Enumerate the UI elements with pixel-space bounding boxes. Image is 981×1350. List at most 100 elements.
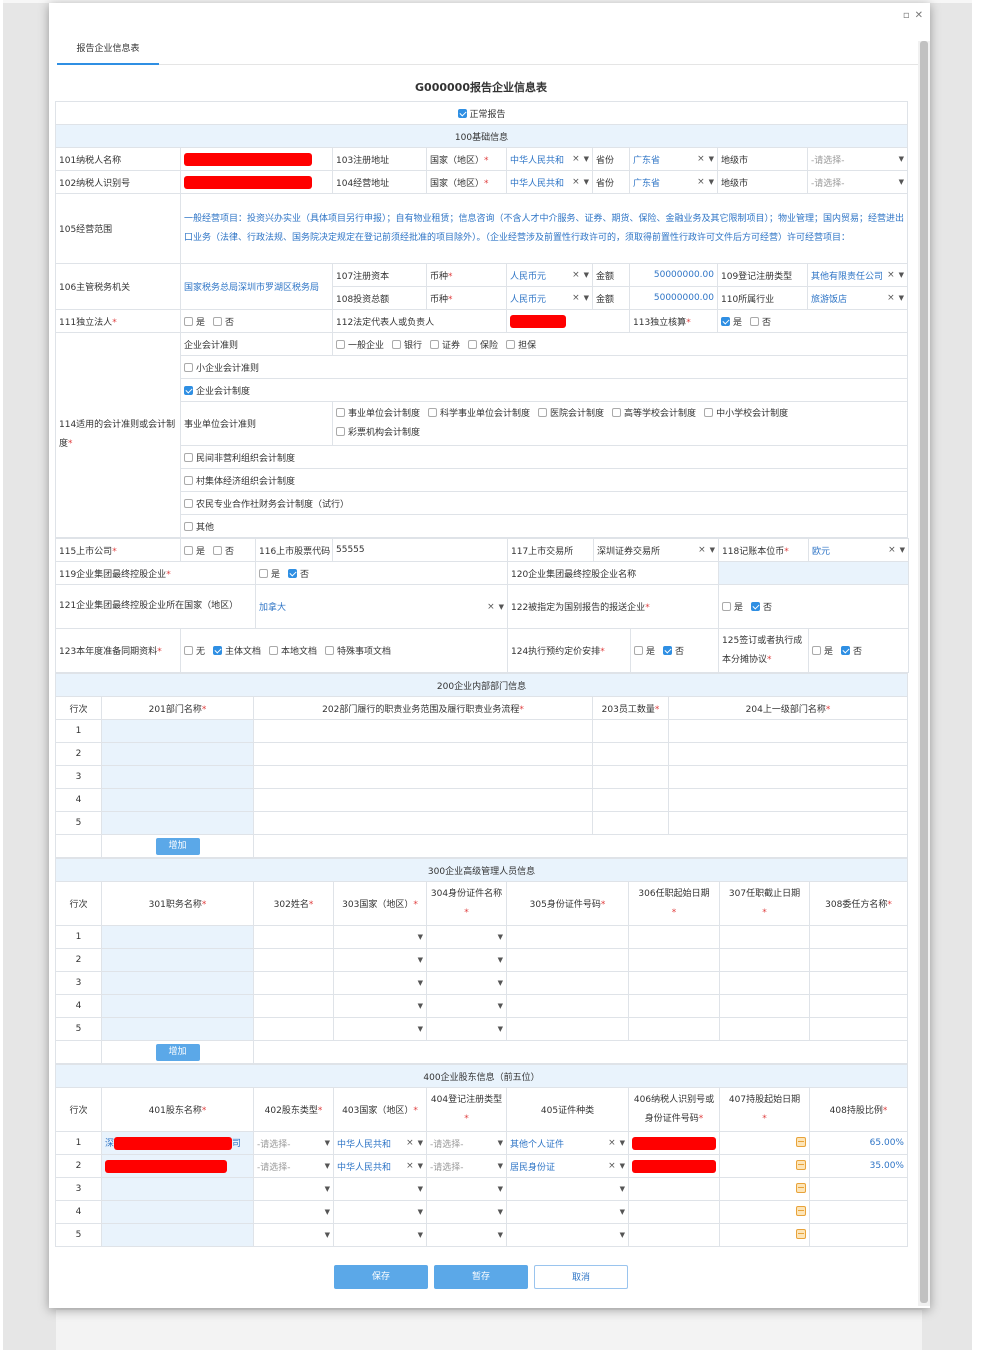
tab-report-info[interactable]: 报告企业信息表 xyxy=(57,33,159,65)
r110-label: 110所属行业 xyxy=(717,286,808,310)
acc-public-options[interactable]: 事业单位会计制度 科学事业单位会计制度 医院会计制度 高等学校会计制度 中小学校会计制度… xyxy=(331,401,909,446)
investment-currency-select[interactable]: 人民币元 × ▼ xyxy=(506,286,593,310)
apa-options[interactable]: 是否 xyxy=(629,628,720,673)
doc-type-select[interactable]: 居民身份证 × ▼ xyxy=(506,1154,629,1178)
reg-type-select[interactable]: -请选择- ▼ xyxy=(426,1154,507,1178)
tax-office-field[interactable]: 国家税务总局深圳市罗湖区税务局 xyxy=(180,263,333,310)
dept-name-field[interactable] xyxy=(101,719,254,743)
listed-options[interactable]: 是否 xyxy=(180,538,256,562)
op-city-select[interactable]: -请选择- ▼ xyxy=(806,170,909,194)
id-type-select[interactable]: ▼ xyxy=(426,971,507,995)
add-dept-button[interactable]: 增加 xyxy=(155,837,200,855)
close-icon[interactable]: ✕ xyxy=(915,10,923,21)
dept-name-field[interactable] xyxy=(101,742,254,766)
acc-public-label: 事业单位会计准则 xyxy=(180,401,333,446)
chevron-down-icon: ▼ xyxy=(583,271,589,279)
r104-label: 104经营地址 xyxy=(332,170,427,194)
group-parent-options[interactable]: 是否 xyxy=(255,561,508,585)
shareholder-name-field[interactable] xyxy=(101,1154,254,1178)
report-dialog: ▫ ✕ 报告企业信息表 G000000报告企业信息表 正常报告 100基础信息 … xyxy=(49,3,930,1308)
basic-info-table: 正常报告 100基础信息 101纳税人名称 103注册地址 国家（地区）* 中华… xyxy=(54,101,909,538)
save-button[interactable]: 保存 xyxy=(334,1265,428,1289)
r123-label: 123本年度准备同期资料* xyxy=(55,628,181,673)
id-number-field[interactable] xyxy=(628,1154,720,1178)
id-type-select[interactable]: ▼ xyxy=(426,994,507,1018)
reg-city-select[interactable]: -请选择- ▼ xyxy=(806,147,909,171)
reg-type-select[interactable]: 其他有限责任公司 × ▼ xyxy=(806,263,909,287)
dept-name-field[interactable] xyxy=(101,765,254,789)
start-date-picker[interactable] xyxy=(719,1131,810,1155)
acc-npo-option[interactable]: 民间非营利组织会计制度 xyxy=(179,445,909,469)
add-executive-button[interactable]: 增加 xyxy=(155,1043,200,1061)
cancel-button[interactable]: 取消 xyxy=(534,1265,628,1289)
country-select[interactable]: ▼ xyxy=(333,994,427,1018)
industry-select[interactable]: 旅游饭店 × ▼ xyxy=(806,286,909,310)
r101-label: 101纳税人名称 xyxy=(55,147,181,171)
reg-country-select[interactable]: 中华人民共和 × ▼ xyxy=(506,147,593,171)
id-type-select[interactable]: ▼ xyxy=(426,948,507,972)
dept-name-field[interactable] xyxy=(101,788,254,812)
cbc-report-options[interactable]: 是否 xyxy=(718,584,910,629)
temp-save-button[interactable]: 暂存 xyxy=(434,1265,528,1289)
r107-label: 107注册资本 xyxy=(332,263,427,287)
country-select[interactable]: ▼ xyxy=(333,1017,427,1041)
department-table: 200企业内部部门信息 行次 201部门名称* 202部门履行的职责业务范围及履… xyxy=(54,673,909,858)
share-ratio-field[interactable]: 65.00% xyxy=(809,1131,908,1155)
independent-accounting-options[interactable]: 是否 xyxy=(716,309,909,333)
op-country-select[interactable]: 中华人民共和 × ▼ xyxy=(506,170,593,194)
acc-coop-option[interactable]: 农民专业合作社财务会计制度（试行） xyxy=(179,491,909,515)
city-label: 地级市 xyxy=(717,147,808,171)
shareholder-type-select[interactable]: -请选择- ▼ xyxy=(253,1131,334,1155)
dept-name-field[interactable] xyxy=(101,811,254,835)
rowno-header: 行次 xyxy=(55,696,102,720)
legal-rep-field[interactable] xyxy=(506,309,630,333)
reg-type-select[interactable]: -请选择- ▼ xyxy=(426,1131,507,1155)
country-select[interactable]: 中华人民共和 × ▼ xyxy=(333,1131,427,1155)
acc-std-label: 企业会计准则 xyxy=(180,332,333,356)
doc-type-select[interactable]: 其他个人证件 × ▼ xyxy=(506,1131,629,1155)
country-label: 国家（地区）* xyxy=(426,170,507,194)
investment-amount[interactable]: 50000000.00 xyxy=(629,286,718,310)
table-row: 4 ▼ ▼ ▼ ▼ xyxy=(55,1200,908,1224)
shareholder-type-select[interactable]: -请选择- ▼ xyxy=(253,1154,334,1178)
acc-other-option[interactable]: 其他 xyxy=(179,514,909,538)
country-select[interactable]: ▼ xyxy=(333,971,427,995)
reg-province-select[interactable]: 广东省 × ▼ xyxy=(629,147,718,171)
scrollbar[interactable] xyxy=(918,41,930,1306)
id-type-select[interactable]: ▼ xyxy=(426,1017,507,1041)
exchange-select[interactable]: 深圳证券交易所 × ▼ xyxy=(592,538,720,562)
shareholder-name-field[interactable]: 深司 xyxy=(101,1131,254,1155)
country-select[interactable]: ▼ xyxy=(333,948,427,972)
currency-select[interactable]: 欧元 × ▼ xyxy=(808,538,910,562)
acc-village-option[interactable]: 村集体经济组织会计制度 xyxy=(179,468,909,492)
id-number-field[interactable] xyxy=(628,1131,720,1155)
acc-small-option[interactable]: 小企业会计准则 xyxy=(179,355,909,379)
reg-capital-amount[interactable]: 50000000.00 xyxy=(629,263,718,287)
listing-info-table: 115上市公司* 是否 116上市股票代码 55555 117上市交易所 深圳证… xyxy=(55,538,910,673)
h204: 204上一级部门名称* xyxy=(667,696,909,720)
group-country-select[interactable]: 加拿大 × ▼ xyxy=(255,584,508,629)
acc-corp-option[interactable]: 企业会计制度 xyxy=(179,378,909,402)
business-scope-field[interactable]: 一般经营项目：投资兴办实业（具体项目另行申报）；自有物业租赁；信息咨询（不含人才… xyxy=(179,193,909,264)
chevron-down-icon: ▼ xyxy=(898,271,905,279)
reg-capital-currency-select[interactable]: 人民币元 × ▼ xyxy=(506,263,593,287)
taxpayer-name-field[interactable] xyxy=(180,147,333,171)
checkbox-icon xyxy=(457,108,467,118)
share-ratio-field[interactable]: 35.00% xyxy=(809,1154,908,1178)
acc-std-options[interactable]: 一般企业 银行 证券 保险 担保 xyxy=(331,332,909,356)
id-type-select[interactable]: ▼ xyxy=(426,925,507,949)
restore-icon[interactable]: ▫ xyxy=(903,10,910,21)
group-parent-name-field[interactable] xyxy=(718,561,910,585)
form-content: G000000报告企业信息表 正常报告 100基础信息 101纳税人名称 103… xyxy=(54,73,910,1289)
csa-options[interactable]: 是否 xyxy=(808,628,910,673)
country-select[interactable]: 中华人民共和 × ▼ xyxy=(333,1154,427,1178)
doc-prep-options[interactable]: 无主体文档 本地文档 特殊事项文档 xyxy=(180,628,508,673)
start-date-picker[interactable] xyxy=(719,1154,810,1178)
country-select[interactable]: ▼ xyxy=(333,925,427,949)
h202: 202部门履行的职责业务范围及履行职责业务流程* xyxy=(253,696,593,720)
normal-report-checkbox[interactable]: 正常报告 xyxy=(54,101,909,125)
stock-code-field[interactable]: 55555 xyxy=(332,538,508,562)
op-province-select[interactable]: 广东省 × ▼ xyxy=(629,170,718,194)
independent-legal-options[interactable]: 是否 xyxy=(180,309,333,333)
taxpayer-id-field[interactable] xyxy=(180,170,333,194)
